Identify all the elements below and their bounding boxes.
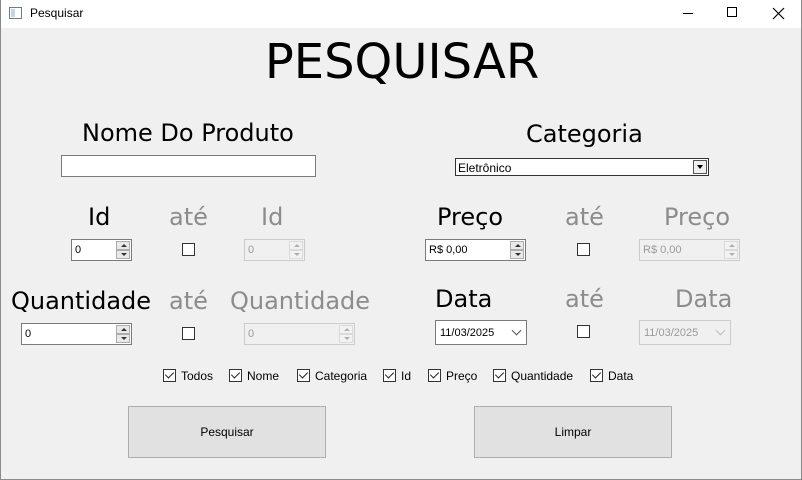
preco-label: Preço bbox=[437, 203, 504, 231]
app-window-icon bbox=[9, 7, 22, 19]
quantidade-to-input[interactable]: 0 bbox=[244, 323, 355, 345]
filter-label[interactable]: Id bbox=[401, 369, 411, 383]
maximize-button[interactable] bbox=[709, 0, 755, 28]
preco-range-checkbox[interactable] bbox=[577, 243, 590, 256]
data-label: Data bbox=[435, 285, 493, 313]
pesquisar-window: Pesquisar PESQUISAR Nome Do Produto Cate… bbox=[0, 0, 802, 480]
quantidade-label: Quantidade bbox=[11, 287, 152, 315]
id-from-spinner[interactable] bbox=[116, 241, 130, 259]
filter-label[interactable]: Nome bbox=[247, 369, 279, 383]
data-to-label: Data bbox=[675, 285, 733, 313]
id-ate-label: até bbox=[169, 203, 208, 231]
chevron-down-icon[interactable] bbox=[693, 160, 707, 174]
filter-label[interactable]: Preço bbox=[446, 369, 477, 383]
nome-produto-input[interactable] bbox=[61, 155, 316, 177]
close-button[interactable] bbox=[755, 0, 801, 28]
quantidade-ate-label: até bbox=[169, 287, 208, 315]
id-label: Id bbox=[88, 203, 111, 231]
id-range-checkbox[interactable] bbox=[182, 243, 195, 256]
categoria-dropdown[interactable]: Eletrônico bbox=[455, 158, 709, 176]
preco-to-spinner[interactable] bbox=[724, 241, 738, 259]
limpar-button[interactable]: Limpar bbox=[474, 406, 672, 458]
data-to-picker[interactable]: 11/03/2025 bbox=[639, 320, 731, 345]
filter-checkbox-1[interactable] bbox=[229, 369, 242, 382]
quantidade-to-label: Quantidade bbox=[230, 287, 371, 315]
minimize-button[interactable] bbox=[665, 0, 711, 28]
id-to-input[interactable]: 0 bbox=[244, 239, 305, 261]
filter-checkbox-2[interactable] bbox=[297, 369, 310, 382]
page-title: PESQUISAR bbox=[264, 34, 540, 90]
title-bar: Pesquisar bbox=[1, 0, 801, 28]
window-title: Pesquisar bbox=[30, 6, 84, 20]
chevron-down-icon[interactable] bbox=[715, 325, 726, 336]
filter-checkbox-4[interactable] bbox=[428, 369, 441, 382]
filter-label[interactable]: Quantidade bbox=[511, 369, 573, 383]
chevron-down-icon[interactable] bbox=[511, 325, 522, 336]
filter-checkbox-3[interactable] bbox=[383, 369, 396, 382]
preco-to-input[interactable]: R$ 0,00 bbox=[639, 239, 740, 261]
filter-label[interactable]: Data bbox=[608, 369, 633, 383]
quantidade-from-spinner[interactable] bbox=[116, 325, 130, 343]
preco-from-spinner[interactable] bbox=[510, 241, 524, 259]
pesquisar-button[interactable]: Pesquisar bbox=[128, 406, 326, 458]
filter-checkbox-6[interactable] bbox=[590, 369, 603, 382]
quantidade-range-checkbox[interactable] bbox=[182, 327, 195, 340]
filter-checkbox-5[interactable] bbox=[493, 369, 506, 382]
filter-label[interactable]: Categoria bbox=[315, 369, 367, 383]
preco-to-label: Preço bbox=[664, 203, 731, 231]
categoria-selected-value: Eletrônico bbox=[458, 161, 512, 175]
categoria-label: Categoria bbox=[526, 120, 643, 148]
data-ate-label: até bbox=[565, 285, 604, 313]
preco-ate-label: até bbox=[565, 203, 604, 231]
id-to-label: Id bbox=[261, 203, 284, 231]
filter-label[interactable]: Todos bbox=[181, 369, 213, 383]
filter-checkbox-0[interactable] bbox=[163, 369, 176, 382]
quantidade-to-spinner[interactable] bbox=[339, 325, 353, 343]
data-range-checkbox[interactable] bbox=[577, 325, 590, 338]
preco-from-input[interactable]: R$ 0,00 bbox=[425, 239, 526, 261]
quantidade-from-input[interactable]: 0 bbox=[21, 323, 132, 345]
data-from-picker[interactable]: 11/03/2025 bbox=[435, 320, 527, 345]
nome-produto-label: Nome Do Produto bbox=[82, 119, 294, 147]
id-from-input[interactable]: 0 bbox=[71, 239, 132, 261]
id-to-spinner[interactable] bbox=[289, 241, 303, 259]
close-icon bbox=[772, 7, 785, 20]
